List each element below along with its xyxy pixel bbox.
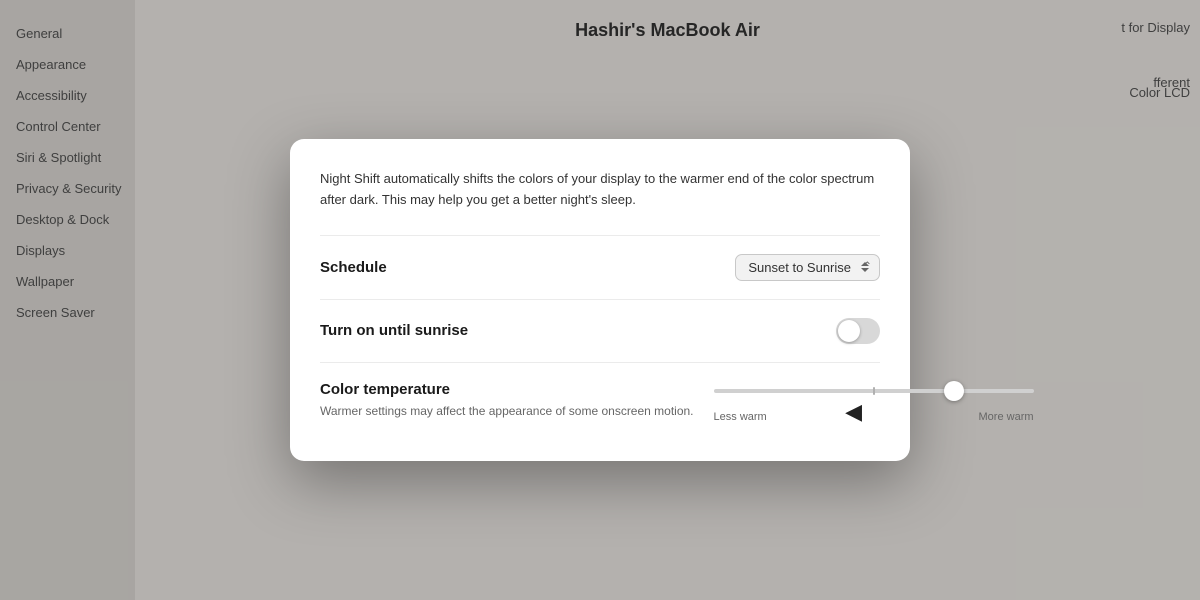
more-warm-label: More warm	[979, 411, 1034, 423]
color-temp-left: Color temperature Warmer settings may af…	[320, 381, 694, 420]
schedule-value: Sunset to Sunrise	[748, 260, 851, 275]
toggle-wrapper[interactable]	[836, 318, 880, 344]
turn-on-toggle[interactable]	[836, 318, 880, 344]
chevron-up-icon	[861, 262, 869, 266]
schedule-select[interactable]: Sunset to Sunrise	[735, 254, 880, 281]
turn-on-row: Turn on until sunrise	[320, 300, 880, 362]
temperature-slider-container[interactable]	[714, 381, 1034, 401]
color-temp-title: Color temperature	[320, 381, 694, 398]
modal-overlay: Night Shift automatically shifts the col…	[0, 0, 1200, 600]
schedule-row: Schedule Sunset to Sunrise	[320, 236, 880, 299]
schedule-select-wrapper[interactable]: Sunset to Sunrise	[735, 254, 880, 281]
color-temp-right: Less warm More warm	[714, 381, 1034, 423]
less-warm-label: Less warm	[714, 411, 767, 423]
slider-labels: Less warm More warm	[714, 411, 1034, 423]
turn-on-label: Turn on until sunrise	[320, 322, 468, 339]
slider-track	[714, 389, 1034, 393]
night-shift-modal: Night Shift automatically shifts the col…	[290, 139, 910, 461]
toggle-knob	[838, 320, 860, 342]
color-temperature-section: Color temperature Warmer settings may af…	[320, 363, 880, 431]
slider-tick	[873, 387, 875, 395]
chevron-down-icon	[861, 268, 869, 272]
color-temp-header: Color temperature Warmer settings may af…	[320, 381, 880, 423]
color-temp-sub: Warmer settings may affect the appearanc…	[320, 402, 694, 420]
modal-description: Night Shift automatically shifts the col…	[320, 169, 880, 211]
slider-thumb[interactable]	[944, 381, 964, 401]
schedule-label: Schedule	[320, 259, 387, 276]
